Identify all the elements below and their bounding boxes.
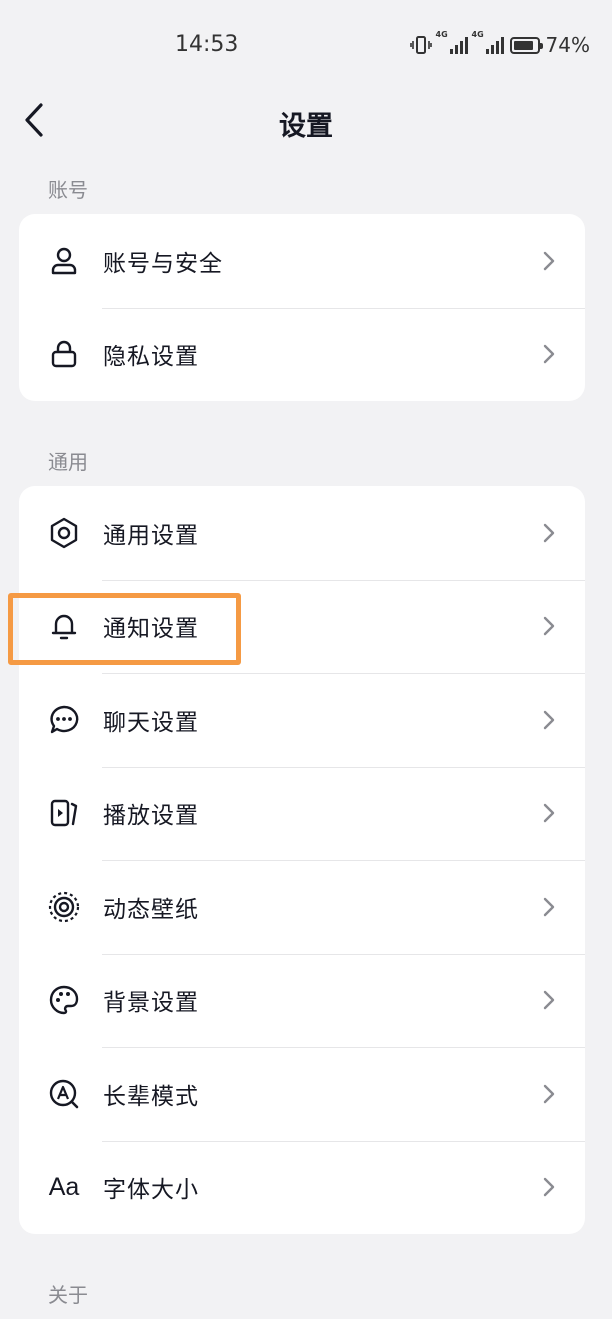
chevron-right-icon: [543, 251, 555, 270]
target-icon: [47, 890, 81, 924]
signal-icon-2: 4G: [472, 30, 504, 54]
settings-item-general[interactable]: 通用设置: [19, 486, 585, 580]
chevron-right-icon: [543, 991, 555, 1010]
play-card-icon: [47, 796, 81, 830]
settings-item-live-wallpaper[interactable]: 动态壁纸: [19, 860, 585, 954]
elder-mode-icon: [47, 1077, 81, 1111]
status-time: 14:53: [175, 32, 239, 57]
battery-icon: [509, 36, 543, 54]
settings-item-label: 聊天设置: [103, 709, 199, 736]
card-general: 通用设置 通知设置 聊天设置 播放设置 动态壁纸 背景设置 长辈模式 Aa 字体…: [19, 486, 585, 1234]
chevron-right-icon: [543, 710, 555, 729]
chevron-right-icon: [543, 897, 555, 916]
status-bar: 14:53 4G 4G 74%: [0, 0, 612, 90]
settings-item-label: 播放设置: [103, 803, 199, 830]
network-tag: 4G: [435, 30, 448, 39]
settings-item-label: 长辈模式: [103, 1083, 199, 1110]
bell-icon: [47, 609, 81, 643]
card-account: 账号与安全 隐私设置: [19, 214, 585, 401]
settings-item-font-size[interactable]: Aa 字体大小: [19, 1140, 585, 1235]
page-title: 设置: [279, 111, 333, 142]
settings-item-account-security[interactable]: 账号与安全: [19, 214, 585, 308]
settings-item-elder-mode[interactable]: 长辈模式: [19, 1047, 585, 1141]
font-size-icon-text: Aa: [48, 1172, 80, 1201]
settings-item-chat[interactable]: 聊天设置: [19, 673, 585, 767]
battery-percent: 74%: [545, 33, 590, 57]
nav-bar: 设置: [0, 90, 612, 150]
settings-item-notification[interactable]: 通知设置: [19, 579, 585, 674]
section-label-about: 关于: [48, 1283, 88, 1307]
signal-icon-1: 4G: [436, 30, 468, 54]
font-size-icon: Aa: [47, 1170, 81, 1204]
settings-item-background[interactable]: 背景设置: [19, 953, 585, 1048]
chevron-right-icon: [543, 1178, 555, 1197]
chevron-right-icon: [543, 1084, 555, 1103]
vibrate-icon: [409, 36, 432, 54]
settings-item-label: 动态壁纸: [103, 896, 199, 923]
settings-item-label: 背景设置: [103, 990, 199, 1017]
settings-item-playback[interactable]: 播放设置: [19, 766, 585, 861]
settings-item-privacy[interactable]: 隐私设置: [19, 307, 585, 402]
palette-icon: [47, 983, 81, 1017]
chevron-right-icon: [543, 804, 555, 823]
settings-item-label: 字体大小: [103, 1177, 199, 1204]
network-tag-2: 4G: [471, 30, 484, 39]
lock-icon: [47, 337, 81, 371]
chevron-right-icon: [543, 523, 555, 542]
section-label-general: 通用: [48, 450, 88, 474]
settings-item-label: 通用设置: [103, 522, 199, 549]
status-icons: 4G 4G 74%: [409, 30, 590, 58]
chat-bubble-icon: [47, 703, 81, 737]
chevron-right-icon: [543, 617, 555, 636]
user-icon: [47, 244, 81, 278]
section-label-account: 账号: [48, 178, 88, 202]
chevron-right-icon: [543, 345, 555, 364]
settings-item-label: 账号与安全: [103, 250, 223, 277]
gear-icon: [47, 516, 81, 550]
settings-item-label: 通知设置: [103, 616, 199, 643]
settings-item-label: 隐私设置: [103, 344, 199, 371]
